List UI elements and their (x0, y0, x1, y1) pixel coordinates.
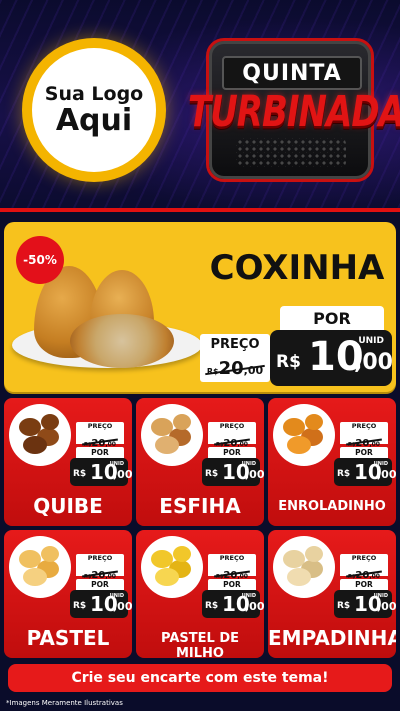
por-label: POR (76, 447, 124, 458)
pastel-icon (41, 546, 59, 562)
new-price-currency: R$ (205, 601, 219, 611)
new-price: UNID R$ 10,00 (70, 590, 132, 618)
old-price: R$20,00 (208, 563, 256, 581)
discount-badge: -50% (16, 236, 64, 284)
old-price: R$20,00 (340, 563, 388, 581)
new-price-currency: R$ (73, 601, 87, 611)
new-price-currency: R$ (276, 352, 301, 372)
quinta-turbinada-badge: QUINTA TURBINADA (188, 30, 400, 190)
product-card[interactable]: PREÇO R$20,00 POR UNID R$ 10,00 PASTEL DE MILH… (136, 530, 264, 658)
food-image (9, 404, 71, 466)
old-price: R$20,00 (76, 563, 124, 581)
por-label: POR (76, 579, 124, 590)
food-image (273, 404, 335, 466)
disclaimer-text: *Imagens Meramente Ilustrativas (6, 699, 123, 707)
enroladinho-icon (305, 414, 323, 430)
old-price: R$20,00 (76, 431, 124, 449)
new-price-currency: R$ (73, 469, 87, 479)
new-price-currency: R$ (205, 469, 219, 479)
badge-title-quinta: QUINTA (222, 56, 362, 90)
new-price-cents: ,00 (113, 600, 132, 613)
pastel-icon (23, 568, 47, 586)
product-card[interactable]: PREÇO R$20,00 POR UNID R$ 10,00 QUIBE (4, 398, 132, 526)
new-price-cents: ,00 (354, 350, 393, 375)
old-price-strike: R$20,00 (207, 358, 263, 379)
logo-text-line2: Aqui (55, 102, 133, 138)
new-price: UNID R$ 10,00 (334, 590, 396, 618)
por-label: POR (340, 447, 388, 458)
preco-label: PREÇO (208, 422, 256, 431)
product-name: EMPADINHA (268, 626, 396, 650)
preco-label: PREÇO (76, 422, 124, 431)
coxinha-cut-icon (70, 314, 174, 368)
new-price: UNID R$ 10,00 (202, 590, 264, 618)
preco-label: PREÇO (340, 422, 388, 431)
pastel-de-milho-icon (173, 546, 191, 562)
esfiha-icon (173, 414, 191, 430)
food-image (273, 536, 335, 598)
product-card[interactable]: PREÇO R$20,00 POR UNID R$ 10,00 EMPADINHA (268, 530, 396, 658)
featured-product-name: COXINHA (209, 248, 385, 288)
food-image (141, 404, 203, 466)
por-label: POR (340, 579, 388, 590)
logo[interactable]: Sua Logo Aqui (22, 38, 166, 182)
speaker-grill-icon (236, 138, 346, 168)
product-card[interactable]: PREÇO R$20,00 POR UNID R$ 10,00 ESFIHA (136, 398, 264, 526)
featured-old-price: R$20,00 (200, 354, 270, 382)
new-price-currency: R$ (337, 601, 351, 611)
preco-label: PREÇO (208, 554, 256, 563)
featured-preco-label: PREÇO (200, 334, 270, 354)
new-price-cents: ,00 (245, 468, 264, 481)
old-price: R$20,00 (208, 431, 256, 449)
pastel-de-milho-icon (155, 568, 179, 586)
logo-inner: Sua Logo Aqui (32, 48, 156, 172)
new-price-cents: ,00 (113, 468, 132, 481)
new-price-cents: ,00 (377, 600, 396, 613)
old-price: R$20,00 (340, 431, 388, 449)
header-banner: Sua Logo Aqui QUINTA TURBINADA (0, 0, 400, 212)
new-price-cents: ,00 (377, 468, 396, 481)
new-price: UNID R$ 10,00 (202, 458, 264, 486)
por-label: POR (208, 447, 256, 458)
logo-text-line1: Sua Logo (44, 82, 144, 105)
badge-title-turbinada: TURBINADA (188, 87, 400, 137)
featured-por-label: POR (280, 306, 384, 330)
quibe-icon (23, 436, 47, 454)
preco-label: PREÇO (76, 554, 124, 563)
new-price: UNID R$ 10,00 (70, 458, 132, 486)
product-name: QUIBE (33, 494, 103, 518)
old-price-cents: ,00 (243, 364, 264, 377)
new-price-cents: ,00 (245, 600, 264, 613)
preco-label: PREÇO (340, 554, 388, 563)
product-card[interactable]: PREÇO R$20,00 POR UNID R$ 10,00 PASTEL (4, 530, 132, 658)
food-image (141, 536, 203, 598)
new-price: UNID R$ 10,00 (334, 458, 396, 486)
por-label: POR (208, 579, 256, 590)
featured-new-price: UNID R$ 10 ,00 (270, 330, 393, 386)
create-flyer-button[interactable]: Crie seu encarte com este tema! (8, 664, 392, 692)
empadinha-icon (305, 546, 323, 562)
enroladinho-icon (287, 436, 311, 454)
old-price-currency: R$ (206, 367, 219, 376)
product-name: PASTEL DE MILHO (161, 631, 239, 658)
food-image (9, 536, 71, 598)
featured-product-card[interactable]: -50% COXINHA POR PREÇO R$20,00 UNID R$ 1… (4, 222, 396, 392)
new-price-currency: R$ (337, 469, 351, 479)
old-price-integer: 20 (218, 358, 244, 379)
product-name: PASTEL (26, 626, 110, 650)
product-card[interactable]: PREÇO R$20,00 POR UNID R$ 10,00 ENROLADINHO (268, 398, 396, 526)
product-name: ENROLADINHO (278, 499, 386, 514)
product-name: ESFIHA (159, 494, 241, 518)
empadinha-icon (287, 568, 311, 586)
esfiha-icon (155, 436, 179, 454)
quibe-icon (41, 414, 59, 430)
